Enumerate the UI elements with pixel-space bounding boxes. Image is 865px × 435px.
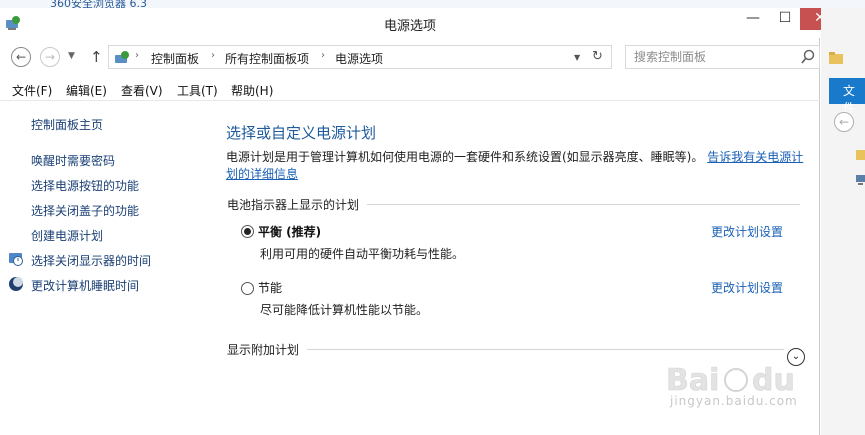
plan-power-saver-name[interactable]: 节能 <box>258 279 282 296</box>
sidebar-link-sleep-time[interactable]: 更改计算机睡眠时间 <box>31 277 139 294</box>
plan-power-saver-settings-link[interactable]: 更改计划设置 <box>711 279 783 296</box>
up-arrow-icon[interactable]: ↑ <box>90 48 103 66</box>
plan-balanced-name[interactable]: 平衡 (推荐) <box>258 223 321 240</box>
sidebar-link-lid-close[interactable]: 选择关闭盖子的功能 <box>31 202 139 219</box>
plan-power-saver-radio[interactable] <box>241 282 254 295</box>
plan-balanced-description: 利用可用的硬件自动平衡功耗与性能。 <box>260 247 465 261</box>
file-tab[interactable]: 文件 <box>829 78 865 115</box>
page-description: 电源计划是用于管理计算机如何使用电源的一套硬件和系统设置(如显示器亮度、睡眠等)… <box>226 149 806 183</box>
battery-plans-group-label: 电池指示器上显示的计划 <box>227 196 368 213</box>
plan-power-saver-description: 尽可能降低计算机性能以节能。 <box>260 303 429 317</box>
sidebar-link-home[interactable]: 控制面板主页 <box>31 116 103 133</box>
sidebar-link-display-off[interactable]: 选择关闭显示器的时间 <box>31 252 151 269</box>
folder-icon <box>856 150 865 160</box>
address-dropdown-icon[interactable]: ▼ <box>574 53 580 62</box>
background-tab-title: 360安全浏览器 6.3 <box>50 0 147 8</box>
computer-icon <box>856 175 865 185</box>
menu-help[interactable]: 帮助(H) <box>231 82 273 99</box>
navigation-row: ← → ▼ ↑ › 控制面板 › 所有控制面板项 › 电源选项 ▼ ↻ <box>0 42 820 72</box>
display-timer-icon <box>9 253 23 266</box>
plan-balanced-radio[interactable] <box>241 225 254 238</box>
back-button[interactable]: ← <box>11 47 31 67</box>
control-panel-icon <box>115 51 129 63</box>
menu-divider <box>0 100 820 101</box>
breadcrumb-all-items[interactable]: 所有控制面板项 <box>225 50 309 67</box>
maximize-button[interactable]: ☐ <box>768 8 802 30</box>
recent-locations-chevron-icon[interactable]: ▼ <box>68 51 75 61</box>
refresh-icon[interactable]: ↻ <box>592 49 603 64</box>
title-bar: 电源选项 — ☐ ✕ <box>0 8 840 38</box>
minimize-button[interactable]: — <box>736 8 770 30</box>
breadcrumb-power-options[interactable]: 电源选项 <box>335 50 383 67</box>
back-button[interactable]: ← <box>834 112 854 132</box>
sidebar-link-create-plan[interactable]: 创建电源计划 <box>31 227 103 244</box>
show-more-plans-label[interactable]: 显示附加计划 <box>227 341 308 358</box>
forward-button[interactable]: → <box>40 47 60 67</box>
search-icon[interactable] <box>801 49 815 65</box>
description-text: 电源计划是用于管理计算机如何使用电源的一套硬件和系统设置(如显示器亮度、睡眠等)… <box>226 150 704 164</box>
svg-text:du: du <box>752 363 795 398</box>
menu-file[interactable]: 文件(F) <box>12 82 52 99</box>
sidebar-link-wake-password[interactable]: 唤醒时需要密码 <box>31 152 115 169</box>
background-explorer-window: 文件 ← <box>821 8 865 435</box>
search-input[interactable] <box>634 50 794 64</box>
sidebar-link-power-button[interactable]: 选择电源按钮的功能 <box>31 177 139 194</box>
address-bar[interactable]: › 控制面板 › 所有控制面板项 › 电源选项 ▼ ↻ <box>108 45 612 69</box>
more-plans-divider <box>227 349 784 350</box>
sleep-moon-icon <box>9 277 23 291</box>
menu-tools[interactable]: 工具(T) <box>177 82 218 99</box>
background-browser-tab: 360安全浏览器 6.3 <box>0 0 865 8</box>
breadcrumb-control-panel[interactable]: 控制面板 <box>151 50 199 67</box>
svg-text:Bai: Bai <box>666 363 719 398</box>
breadcrumb-separator: › <box>321 50 325 61</box>
menu-bar: 文件(F) 编辑(E) 查看(V) 工具(T) 帮助(H) <box>0 79 820 101</box>
plan-balanced-settings-link[interactable]: 更改计划设置 <box>711 223 783 240</box>
menu-view[interactable]: 查看(V) <box>121 82 163 99</box>
breadcrumb-separator: › <box>211 50 215 61</box>
search-box[interactable] <box>625 45 820 69</box>
window-title: 电源选项 <box>383 19 436 34</box>
menu-edit[interactable]: 编辑(E) <box>66 82 107 99</box>
folder-icon <box>829 52 843 64</box>
breadcrumb-separator: › <box>135 50 139 61</box>
watermark-url: jingyan.baidu.com <box>670 394 798 408</box>
page-title: 选择或自定义电源计划 <box>226 124 377 142</box>
